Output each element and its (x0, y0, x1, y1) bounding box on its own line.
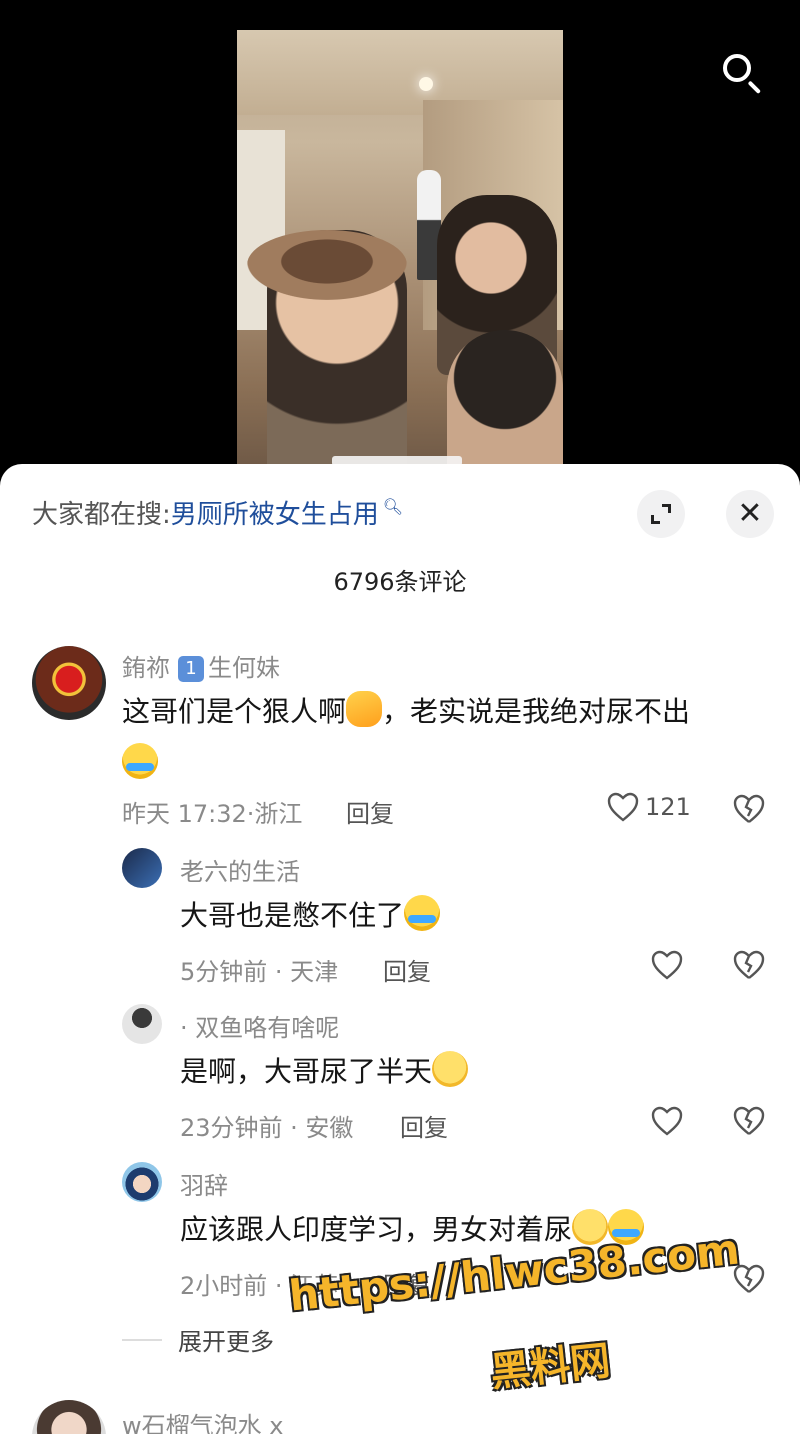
expand-icon (651, 504, 671, 524)
close-button[interactable]: ✕ (726, 490, 774, 538)
suggested-search-query[interactable]: 男厕所被女生占用 (171, 494, 379, 531)
divider (122, 1338, 162, 1341)
rank-badge: 1 (178, 656, 204, 682)
suggested-search: 大家都在搜: 男厕所被女生占用 🔍︎ (32, 494, 403, 531)
comment-text-continued (122, 738, 158, 790)
video-hat (247, 230, 407, 300)
heart-icon (651, 950, 683, 980)
reply-text: 大哥也是憋不住了 (180, 890, 441, 942)
video-thumbnail[interactable] (237, 30, 563, 480)
avatar[interactable] (122, 1162, 162, 1202)
shy-emoji (572, 1209, 609, 1245)
laugh-cry-emoji (404, 895, 441, 931)
avatar[interactable] (32, 1400, 106, 1434)
search-small-icon[interactable]: 🔍︎ (383, 497, 403, 516)
like-button[interactable] (651, 1106, 683, 1136)
reply-button[interactable]: 回复 (400, 1108, 448, 1143)
comment-panel: 大家都在搜: 男厕所被女生占用 🔍︎ ✕ 6796条评论 銪祢 1 生何妹 这哥们是… (0, 464, 800, 1434)
search-icon[interactable] (716, 48, 768, 100)
reply-username[interactable]: 羽辞 (180, 1166, 228, 1201)
heart-icon (607, 792, 639, 822)
comment-username[interactable]: w石榴气泡水 x (122, 1406, 283, 1434)
close-icon: ✕ (737, 496, 763, 531)
badge-text: 生何妹 (208, 654, 280, 682)
avatar[interactable] (32, 646, 106, 720)
comment-count: 6796条评论 (333, 568, 467, 596)
reply-button[interactable]: 回复 (383, 1266, 431, 1301)
broken-heart-icon (733, 794, 765, 823)
comment-time-location: 昨天 17:32·浙江 (122, 800, 303, 828)
reply-time-location: 5分钟前 · 天津 (180, 958, 339, 986)
reply-time-location: 23分钟前 · 安徽 (180, 1114, 354, 1142)
video-area[interactable] (0, 0, 800, 480)
video-light (419, 77, 433, 91)
smug-emoji (432, 1051, 469, 1087)
like-button[interactable]: 121 (607, 792, 691, 822)
dislike-button[interactable] (733, 794, 765, 828)
broken-heart-icon (733, 1106, 765, 1135)
thumbs-up-emoji (346, 691, 383, 727)
reply-username[interactable]: 老六的生活 (180, 852, 300, 887)
avatar[interactable] (122, 1004, 162, 1044)
expand-more-replies[interactable]: 展开更多 (122, 1322, 274, 1357)
comment-text: 这哥们是个狠人啊 ，老实说是我绝对尿不出 (122, 686, 690, 738)
video-head-foreground (447, 330, 563, 480)
reply-username[interactable]: · 双鱼咯有啥呢 (180, 1008, 339, 1043)
reply-button[interactable]: 回复 (383, 952, 431, 987)
expand-button[interactable] (637, 490, 685, 538)
like-count: 121 (645, 793, 691, 821)
suggested-search-prefix: 大家都在搜: (32, 500, 171, 530)
broken-heart-icon (733, 1264, 765, 1293)
comment-username[interactable]: 銪祢 1 生何妹 (122, 648, 280, 683)
laugh-cry-emoji (608, 1209, 645, 1245)
reply-time-location: 2小时前 · 江苏 (180, 1272, 339, 1300)
like-button[interactable] (651, 950, 683, 980)
reply-text: 是啊，大哥尿了半天 (180, 1046, 469, 1098)
broken-heart-icon (733, 950, 765, 979)
dislike-button[interactable] (733, 1264, 765, 1298)
heart-icon (651, 1106, 683, 1136)
laugh-cry-emoji (122, 743, 158, 779)
avatar[interactable] (122, 848, 162, 888)
dislike-button[interactable] (733, 1106, 765, 1140)
dislike-button[interactable] (733, 950, 765, 984)
reply-text: 应该跟人印度学习，男女对着尿 (180, 1204, 645, 1256)
reply-button[interactable]: 回复 (346, 794, 394, 829)
